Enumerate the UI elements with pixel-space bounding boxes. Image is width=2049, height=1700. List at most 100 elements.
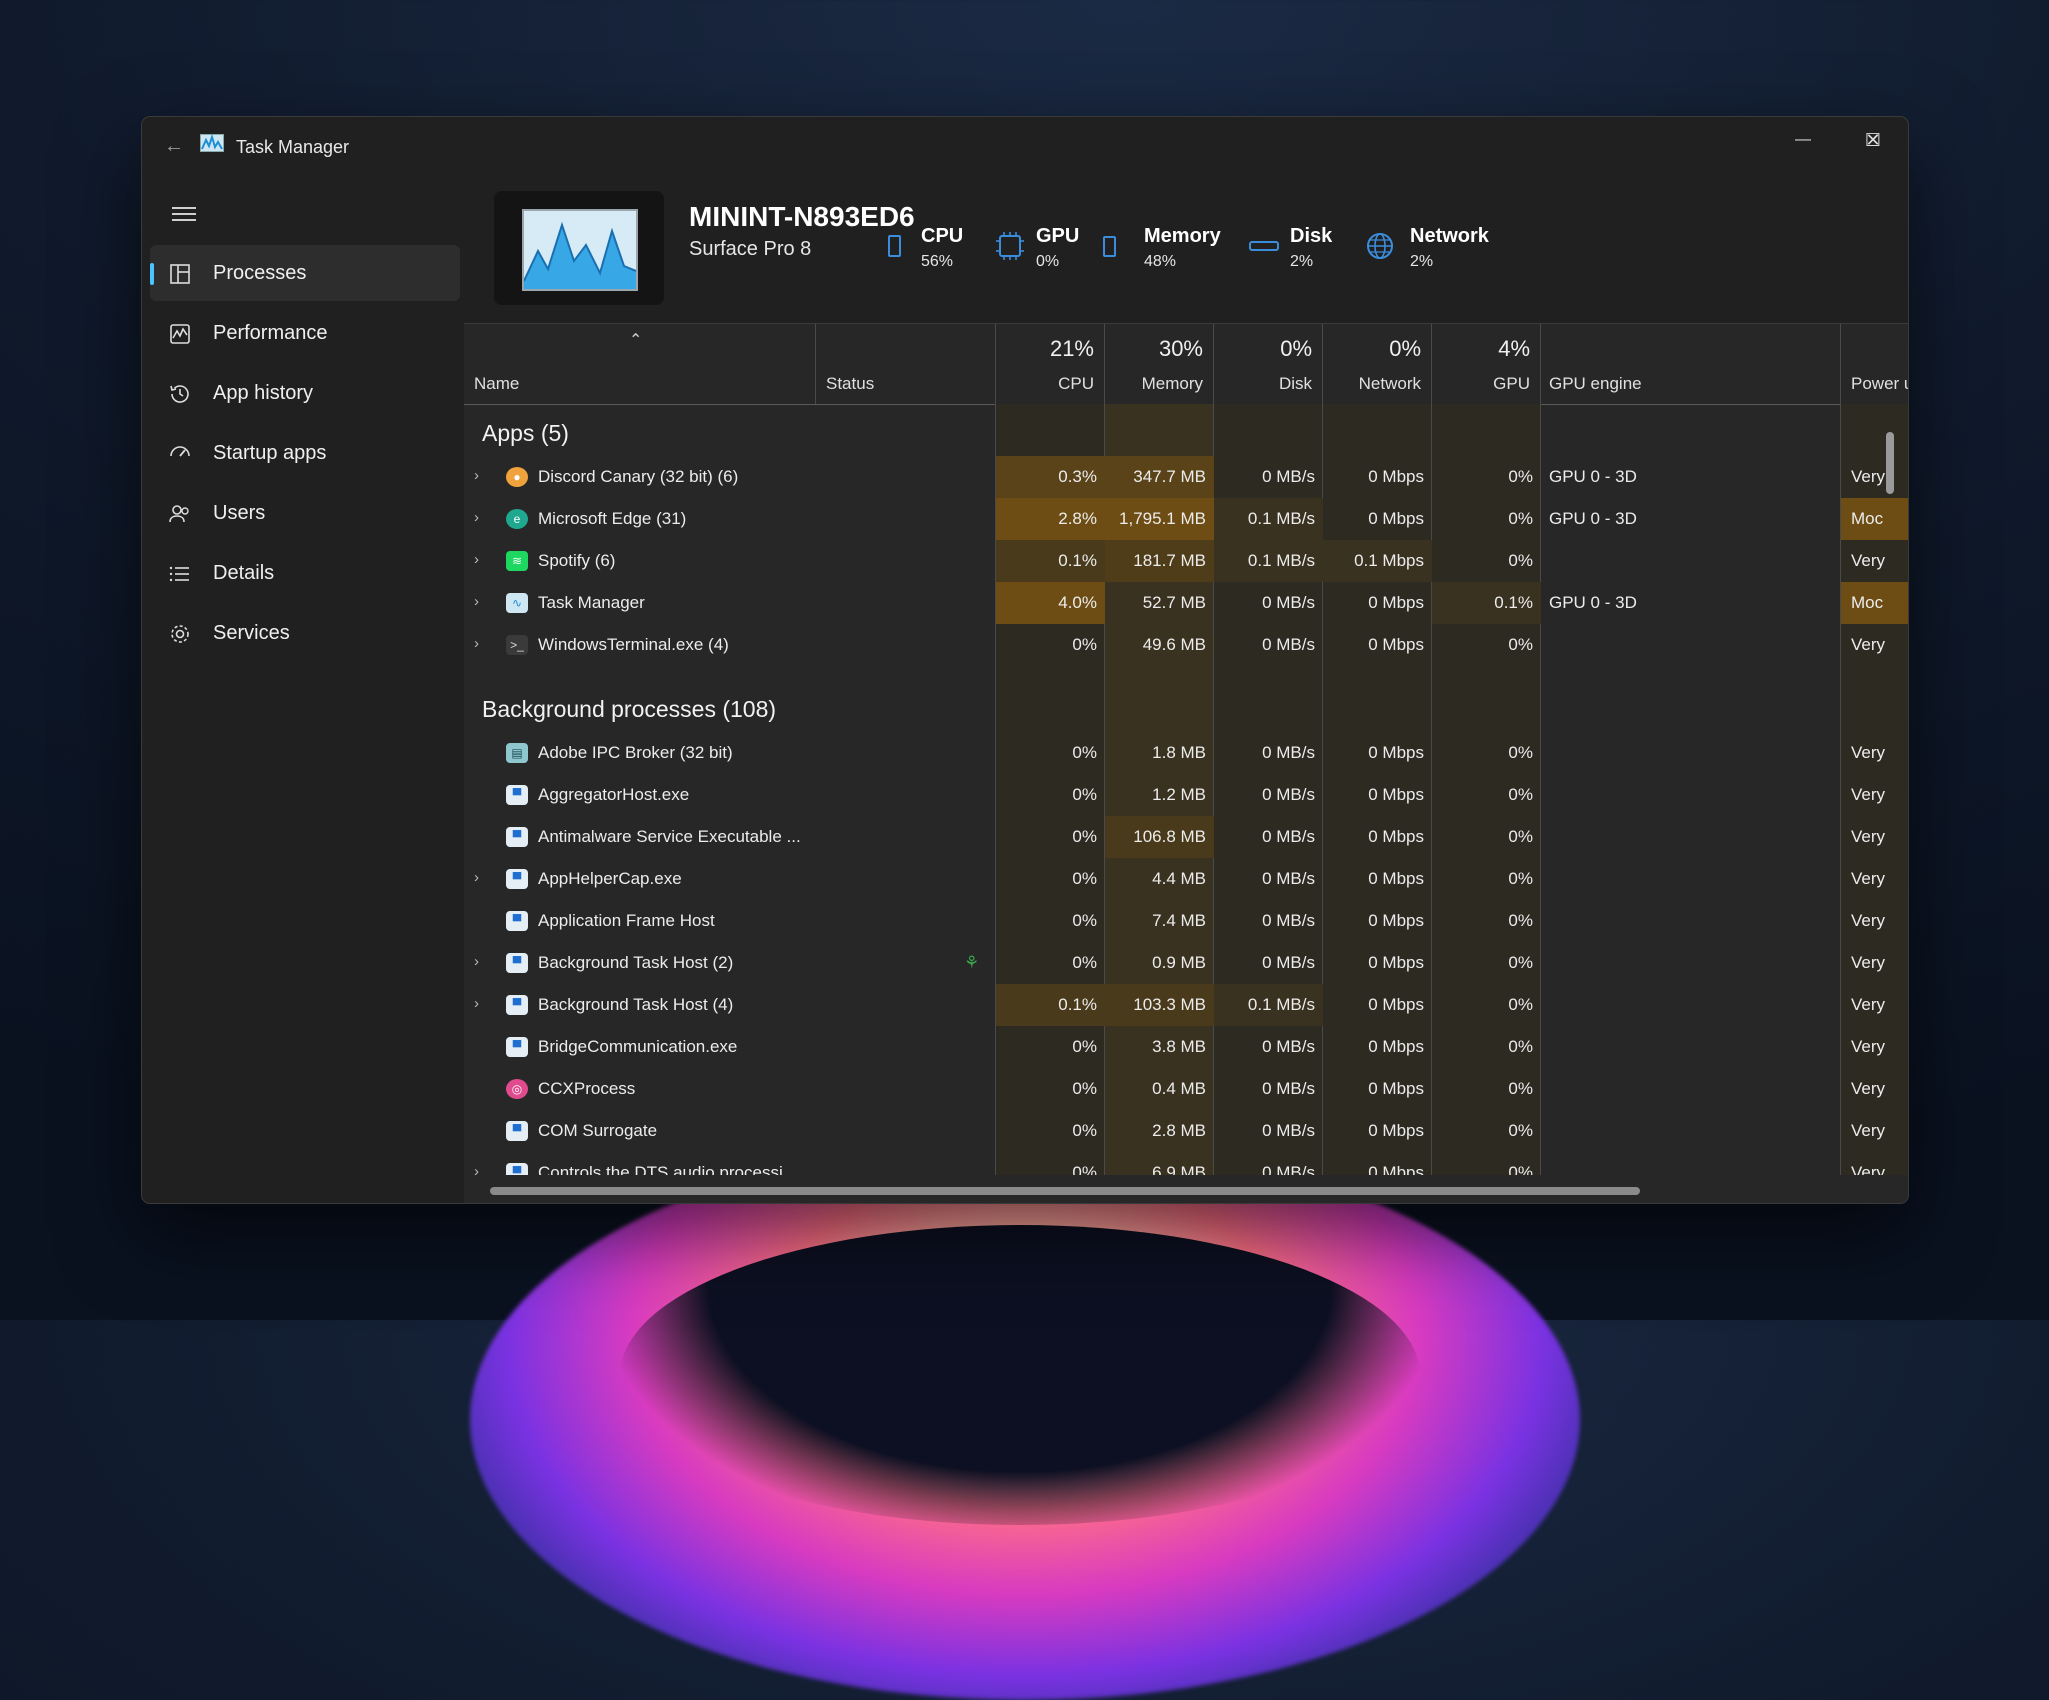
- group-header: Apps (5): [482, 420, 569, 447]
- column-header-gpu[interactable]: 4% GPU: [1432, 324, 1541, 404]
- column-percent: 30%: [1159, 336, 1203, 362]
- horizontal-scrollbar[interactable]: [490, 1187, 1640, 1195]
- users-icon: [168, 502, 192, 526]
- chevron-right-icon[interactable]: ›: [474, 869, 479, 886]
- sidebar-item-processes[interactable]: Processes: [150, 245, 460, 301]
- column-header-power[interactable]: Power u: [1841, 324, 1909, 404]
- network-cell: 0.1 Mbps: [1323, 540, 1432, 582]
- sidebar-item-app-history[interactable]: App history: [150, 365, 460, 421]
- back-arrow-icon[interactable]: ←: [164, 135, 184, 158]
- memory-cell: 49.6 MB: [1105, 624, 1214, 666]
- gpu-cell: 0%: [1432, 540, 1541, 582]
- device-name: MININT-N893ED6: [689, 201, 915, 233]
- chevron-right-icon[interactable]: ›: [474, 467, 479, 484]
- sidebar-item-users[interactable]: Users: [150, 485, 460, 541]
- device-thumbnail: [494, 191, 664, 305]
- sidebar-item-performance[interactable]: Performance: [150, 305, 460, 361]
- task-manager-icon: ∿: [506, 593, 528, 613]
- network-cell: 0 Mbps: [1323, 1152, 1432, 1175]
- memory-cell: 4.4 MB: [1105, 858, 1214, 900]
- gpu-engine-cell: GPU 0 - 3D: [1549, 498, 1839, 540]
- memory-cell: 181.7 MB: [1105, 540, 1214, 582]
- spotify-icon: ≋: [506, 551, 528, 571]
- gpu-cell: 0%: [1432, 624, 1541, 666]
- chevron-right-icon[interactable]: ›: [474, 953, 479, 970]
- window-app-icon: ▀: [506, 1121, 528, 1141]
- sort-ascending-icon[interactable]: ⌃: [629, 330, 642, 350]
- power-usage-cell: Very: [1841, 1152, 1908, 1175]
- disk-cell: 0.1 MB/s: [1214, 498, 1323, 540]
- gpu-engine-cell: GPU 0 - 3D: [1549, 456, 1839, 498]
- column-header-disk[interactable]: 0% Disk: [1214, 324, 1323, 404]
- disk-cell: 0.1 MB/s: [1214, 984, 1323, 1026]
- power-usage-cell: Very: [1841, 732, 1908, 774]
- memory-cell: 3.8 MB: [1105, 1026, 1214, 1068]
- disk-icon: [1248, 231, 1280, 261]
- table-row[interactable]: ›▀AppHelperCap.exe0%4.4 MB0 MB/s0 Mbps0%…: [464, 858, 1908, 900]
- table-row[interactable]: ›∿Task Manager4.0%52.7 MB0 MB/s0 Mbps0.1…: [464, 582, 1908, 624]
- table-row[interactable]: ▀COM Surrogate0%2.8 MB0 MB/s0 Mbps0%Very: [464, 1110, 1908, 1152]
- disk-cell: 0 MB/s: [1214, 900, 1323, 942]
- chevron-right-icon[interactable]: ›: [474, 635, 479, 652]
- network-cell: 0 Mbps: [1323, 984, 1432, 1026]
- sidebar-nav: Processes Performance App history Startu…: [150, 245, 460, 665]
- column-header-gpu-engine[interactable]: GPU engine: [1541, 324, 1841, 404]
- disk-cell: 0 MB/s: [1214, 1110, 1323, 1152]
- chevron-right-icon[interactable]: ›: [474, 995, 479, 1012]
- sidebar-item-label: Startup apps: [213, 442, 326, 465]
- column-header-network[interactable]: 0% Network: [1323, 324, 1432, 404]
- network-cell: 0 Mbps: [1323, 774, 1432, 816]
- chevron-right-icon[interactable]: ›: [474, 1163, 479, 1175]
- chevron-right-icon[interactable]: ›: [474, 551, 479, 568]
- table-row[interactable]: ▀AggregatorHost.exe0%1.2 MB0 MB/s0 Mbps0…: [464, 774, 1908, 816]
- cpu-cell: 0.1%: [996, 540, 1105, 582]
- hamburger-menu-icon[interactable]: [172, 203, 196, 223]
- column-header-name[interactable]: ⌃ Name: [464, 324, 816, 404]
- memory-cell: 1.2 MB: [1105, 774, 1214, 816]
- gpu-engine-cell: [1549, 1110, 1839, 1152]
- table-row[interactable]: ›>_WindowsTerminal.exe (4)0%49.6 MB0 MB/…: [464, 624, 1908, 666]
- cpu-cell: 4.0%: [996, 582, 1105, 624]
- table-row[interactable]: ›eMicrosoft Edge (31)2.8%1,795.1 MB0.1 M…: [464, 498, 1908, 540]
- table-row[interactable]: ▤Adobe IPC Broker (32 bit)0%1.8 MB0 MB/s…: [464, 732, 1908, 774]
- gpu-engine-cell: [1549, 1026, 1839, 1068]
- gpu-cell: 0.1%: [1432, 582, 1541, 624]
- chevron-right-icon[interactable]: ›: [474, 593, 479, 610]
- gpu-engine-cell: [1549, 858, 1839, 900]
- gpu-engine-cell: [1549, 984, 1839, 1026]
- close-button[interactable]: ✕: [1838, 117, 1908, 163]
- column-header-cpu[interactable]: 21% CPU: [996, 324, 1105, 404]
- table-row[interactable]: ›●Discord Canary (32 bit) (6)0.3%347.7 M…: [464, 456, 1908, 498]
- title-bar[interactable]: ← Task Manager — ☐ ✕: [142, 117, 1908, 167]
- sidebar-item-label: Details: [213, 562, 274, 585]
- sidebar-item-details[interactable]: Details: [150, 545, 460, 601]
- process-name: AppHelperCap.exe: [538, 858, 682, 900]
- table-row[interactable]: ▀Antimalware Service Executable ...0%106…: [464, 816, 1908, 858]
- table-body[interactable]: Apps (5) ›●Discord Canary (32 bit) (6)0.3…: [464, 404, 1908, 1175]
- column-header-memory[interactable]: 30% Memory: [1105, 324, 1214, 404]
- memory-cell: 106.8 MB: [1105, 816, 1214, 858]
- memory-cell: 2.8 MB: [1105, 1110, 1214, 1152]
- window-app-icon: ▀: [506, 1037, 528, 1057]
- table-row[interactable]: ›▀Background Task Host (2)⚘0%0.9 MB0 MB/…: [464, 942, 1908, 984]
- column-header-status[interactable]: Status: [816, 324, 996, 404]
- table-row[interactable]: ◎CCXProcess0%0.4 MB0 MB/s0 Mbps0%Very: [464, 1068, 1908, 1110]
- chevron-right-icon[interactable]: ›: [474, 509, 479, 526]
- sidebar-item-label: Processes: [213, 262, 306, 285]
- cpu-cell: 0%: [996, 1110, 1105, 1152]
- power-usage-cell: Very: [1841, 1026, 1908, 1068]
- table-row[interactable]: ›▀Background Task Host (4)0.1%103.3 MB0.…: [464, 984, 1908, 1026]
- table-row[interactable]: ▀Application Frame Host0%7.4 MB0 MB/s0 M…: [464, 900, 1908, 942]
- table-row[interactable]: ›≋Spotify (6)0.1%181.7 MB0.1 MB/s0.1 Mbp…: [464, 540, 1908, 582]
- table-row[interactable]: ›▀Controls the DTS audio processi...0%6.…: [464, 1152, 1908, 1175]
- gpu-cell: 0%: [1432, 1110, 1541, 1152]
- cpu-cell: 0%: [996, 1068, 1105, 1110]
- power-usage-cell: Very: [1841, 1110, 1908, 1152]
- sidebar-item-services[interactable]: Services: [150, 605, 460, 661]
- cpu-cell: 2.8%: [996, 498, 1105, 540]
- sidebar-item-startup-apps[interactable]: Startup apps: [150, 425, 460, 481]
- network-cell: 0 Mbps: [1323, 1068, 1432, 1110]
- network-cell: 0 Mbps: [1323, 732, 1432, 774]
- minimize-button[interactable]: —: [1768, 117, 1838, 163]
- table-row[interactable]: ▀BridgeCommunication.exe0%3.8 MB0 MB/s0 …: [464, 1026, 1908, 1068]
